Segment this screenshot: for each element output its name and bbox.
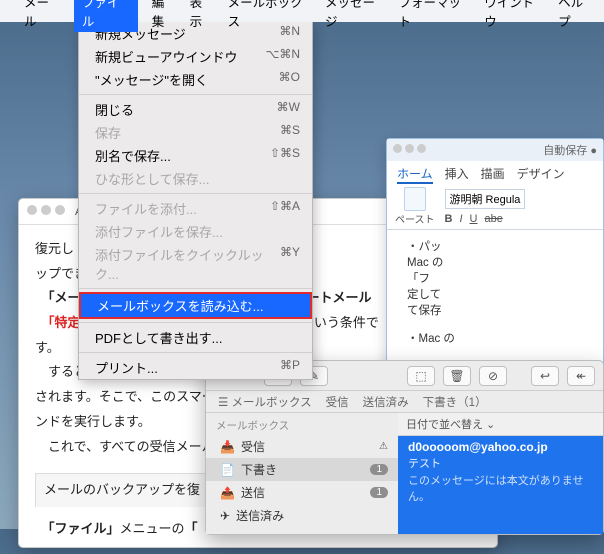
menu-edit[interactable]: 編集 xyxy=(152,0,176,30)
ribbon-tabs: ホーム 挿入 描画 デザイン xyxy=(387,161,603,184)
trash-icon: 🗑 xyxy=(449,369,464,383)
reply-icon: ↩ xyxy=(540,369,550,383)
reply-all-button[interactable]: ↞ xyxy=(567,366,595,386)
warning-icon: ⚠ xyxy=(379,441,388,452)
message-subject: テスト xyxy=(408,455,593,471)
mail-tabs: ☰ メールボックス 受信 送信済み 下書き（1） xyxy=(206,391,603,413)
archive-icon: ⬚ xyxy=(415,369,426,383)
clipboard-icon xyxy=(404,187,426,211)
inbox-icon: 📥 xyxy=(220,440,235,454)
message-from: d0ooooom@yahoo.co.jp xyxy=(408,440,593,454)
message-row[interactable]: d0ooooom@yahoo.co.jp テスト このメッセージには本文がありま… xyxy=(408,440,593,504)
drafts-count-badge: 1 xyxy=(370,464,388,475)
word-document[interactable]: ・パッ Mac の 「フ 定して て保存 ・Mac の xyxy=(387,230,603,354)
word-title: 自動保存 ● xyxy=(435,142,597,158)
delete-button[interactable]: 🗑 xyxy=(443,366,471,386)
tab-insert[interactable]: 挿入 xyxy=(445,165,469,184)
bold-button[interactable]: B xyxy=(445,213,453,225)
message-list: 日付で並べ替え ⌄ d0ooooom@yahoo.co.jp テスト このメッセ… xyxy=(398,413,603,534)
paperplane-icon: ✈ xyxy=(220,509,230,523)
menu-print[interactable]: プリント...⌘P xyxy=(79,356,312,379)
mail-window: ✉ ✎ ⬚ 🗑 ⊘ ↩ ↞ ☰ メールボックス 受信 送信済み 下書き（1） メ… xyxy=(205,360,604,535)
menu-new-viewer[interactable]: 新規ビューアウインドウ⌥⌘N xyxy=(79,45,312,68)
outbox-count-badge: 1 xyxy=(370,487,388,498)
draft-icon: 📄 xyxy=(220,463,235,477)
menu-message[interactable]: メッセージ xyxy=(325,0,385,30)
paste-button[interactable]: ペースト xyxy=(395,187,435,226)
junk-button[interactable]: ⊘ xyxy=(479,366,507,386)
menu-attach-file: ファイルを添付...⇧⌘A xyxy=(79,197,312,220)
sidebar-inbox[interactable]: 📥受信 ⚠ xyxy=(206,435,398,458)
reply-button[interactable]: ↩ xyxy=(531,366,559,386)
mailbox-toggle[interactable]: ☰ メールボックス xyxy=(218,394,312,410)
word-window: 自動保存 ● ホーム 挿入 描画 デザイン ペースト 游明朝 Regula B … xyxy=(386,138,604,388)
font-name-select[interactable]: 游明朝 Regula xyxy=(445,189,526,209)
file-menu-dropdown: 新規メッセージ⌘N 新規ビューアウインドウ⌥⌘N "メッセージ"を開く⌘O 閉じ… xyxy=(78,22,313,380)
strike-button[interactable]: abe xyxy=(484,213,502,225)
menu-export-pdf[interactable]: PDFとして書き出す... xyxy=(79,326,312,349)
tab-draw[interactable]: 描画 xyxy=(481,165,505,184)
sort-header[interactable]: 日付で並べ替え ⌄ xyxy=(398,413,603,436)
menu-mailbox[interactable]: メールボックス xyxy=(228,0,311,30)
message-preview: このメッセージには本文がありません。 xyxy=(408,472,593,504)
menu-view[interactable]: 表示 xyxy=(190,0,214,30)
menu-close[interactable]: 閉じる⌘W xyxy=(79,98,312,121)
menu-save: 保存⌘S xyxy=(79,121,312,144)
menu-format[interactable]: フォーマット xyxy=(399,0,471,30)
tab-design[interactable]: デザイン xyxy=(517,165,565,184)
article-heading-box: メールのバックアップを復 xyxy=(35,473,209,507)
menu-save-template: ひな形として保存... xyxy=(79,167,312,190)
menu-import-mailbox[interactable]: メールボックスを読み込む... xyxy=(79,292,312,319)
menu-help[interactable]: ヘルプ xyxy=(558,0,594,30)
italic-button[interactable]: I xyxy=(459,213,462,225)
menu-file[interactable]: ファイル xyxy=(74,0,138,32)
sidebar-header: メールボックス xyxy=(206,413,398,435)
sidebar-sent[interactable]: ✈送信済み xyxy=(206,504,398,527)
tab-home[interactable]: ホーム xyxy=(397,165,433,184)
reply-all-icon: ↞ xyxy=(576,369,586,383)
mac-menubar: メール ファイル 編集 表示 メールボックス メッセージ フォーマット ウインド… xyxy=(0,0,604,22)
menu-save-attachment: 添付ファイルを保存... xyxy=(79,220,312,243)
menu-open-message[interactable]: "メッセージ"を開く⌘O xyxy=(79,68,312,91)
sidebar-outbox[interactable]: 📤送信 1 xyxy=(206,481,398,504)
archive-button[interactable]: ⬚ xyxy=(407,366,435,386)
menu-window[interactable]: ウインドウ xyxy=(484,0,544,30)
mail-sidebar: メールボックス 📥受信 ⚠ 📄下書き 1 📤送信 1 ✈送信済み xyxy=(206,413,398,534)
tab-drafts[interactable]: 下書き（1） xyxy=(423,394,487,410)
menu-mail[interactable]: メール xyxy=(24,0,60,30)
underline-button[interactable]: U xyxy=(470,213,478,225)
menu-quicklook-attachment: 添付ファイルをクイックルック...⌘Y xyxy=(79,243,312,285)
menu-save-as[interactable]: 別名で保存...⇧⌘S xyxy=(79,144,312,167)
tab-inbox[interactable]: 受信 xyxy=(326,394,349,410)
junk-icon: ⊘ xyxy=(488,369,498,383)
tab-sent[interactable]: 送信済み xyxy=(363,394,409,410)
sidebar-drafts[interactable]: 📄下書き 1 xyxy=(206,458,398,481)
sent-icon: 📤 xyxy=(220,486,235,500)
